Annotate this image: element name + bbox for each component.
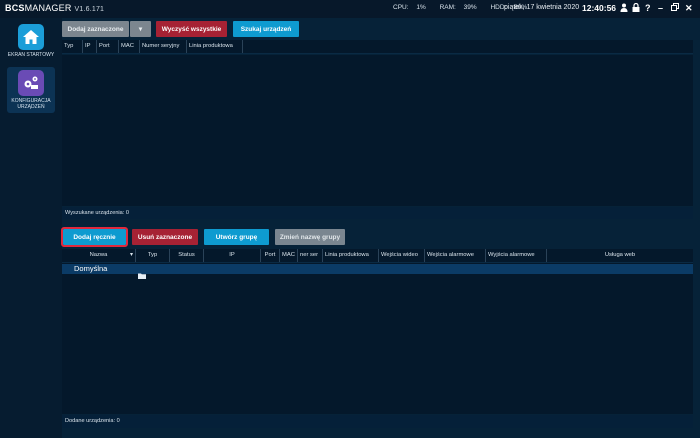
rename-group-button[interactable]: Zmień nazwę grupy bbox=[275, 229, 345, 245]
group-name: Domyślna bbox=[74, 264, 108, 273]
column-header[interactable]: Port bbox=[97, 40, 119, 53]
column-header[interactable]: MAC bbox=[119, 40, 140, 53]
add-selected-button[interactable]: Dodaj zaznaczone bbox=[62, 21, 129, 37]
devices-count: Dodane urządzenia: 0 bbox=[65, 418, 120, 424]
column-header[interactable]: Wyjścia alarmowe bbox=[486, 249, 547, 262]
sidebar: EKRAN STARTOWY KONFIGURACJA URZĄDZEŃ bbox=[0, 18, 62, 438]
column-header[interactable]: Usługa web bbox=[547, 249, 693, 262]
logo-manager: MANAGER bbox=[24, 3, 72, 13]
column-header[interactable]: Linia produktowa bbox=[323, 249, 379, 262]
help-icon[interactable]: ? bbox=[645, 3, 651, 13]
devices-table-header: Nazwa ▾ Typ Status IP Port MAC ner ser L… bbox=[62, 249, 693, 263]
devices-list bbox=[62, 263, 693, 414]
restore-icon[interactable] bbox=[671, 3, 679, 13]
column-header[interactable]: Wejścia alarmowe bbox=[425, 249, 486, 262]
cpu-value: 1% bbox=[416, 4, 426, 11]
search-results-list bbox=[62, 55, 693, 206]
column-header[interactable]: Typ bbox=[136, 249, 170, 262]
devices-footer-bar: Dodane urządzenia: 0 bbox=[62, 415, 693, 428]
search-table-header: Typ IP Port MAC Numer seryjny Linia prod… bbox=[62, 40, 693, 54]
remove-selected-button[interactable]: Usuń zaznaczone bbox=[132, 229, 198, 245]
date-display: piątek, 17 kwietnia 2020 bbox=[504, 4, 580, 11]
sidebar-item-label: KONFIGURACJA URZĄDZEŃ bbox=[11, 98, 51, 110]
column-header[interactable]: MAC bbox=[280, 249, 298, 262]
clock-display: 12:40:56 bbox=[582, 3, 617, 13]
create-group-button[interactable]: Utwórz grupę bbox=[204, 229, 269, 245]
ram-value: 39% bbox=[463, 4, 477, 11]
column-header[interactable]: Typ bbox=[62, 40, 83, 53]
add-selected-dropdown[interactable]: ▾ bbox=[130, 21, 151, 37]
table-row[interactable]: Domyślna bbox=[62, 264, 693, 279]
cpu-label: CPU: bbox=[393, 4, 409, 11]
column-header[interactable]: Numer seryjny bbox=[140, 40, 187, 53]
home-icon bbox=[18, 24, 44, 50]
sidebar-item-device-config[interactable]: KONFIGURACJA URZĄDZEŃ bbox=[7, 67, 55, 113]
add-manually-button[interactable]: Dodaj ręcznie bbox=[61, 227, 128, 247]
column-header[interactable]: ner ser bbox=[298, 249, 323, 262]
device-config-icon bbox=[18, 70, 44, 96]
ram-label: RAM: bbox=[439, 4, 456, 11]
column-header[interactable]: Status bbox=[170, 249, 204, 262]
search-footer-bar: Wyszukane urządzenia: 0 bbox=[62, 207, 693, 219]
column-header[interactable]: Linia produktowa bbox=[187, 40, 243, 53]
search-count: Wyszukane urządzenia: 0 bbox=[65, 210, 130, 216]
column-header[interactable]: Wejścia wideo bbox=[379, 249, 425, 262]
column-header[interactable]: Nazwa bbox=[62, 249, 136, 262]
search-devices-button[interactable]: Szukaj urządzeń bbox=[233, 21, 299, 37]
sidebar-item-label: EKRAN STARTOWY bbox=[7, 52, 55, 58]
sidebar-item-home[interactable]: EKRAN STARTOWY bbox=[7, 21, 55, 67]
user-icon[interactable] bbox=[620, 3, 628, 14]
logo-bcs: BCS bbox=[5, 3, 25, 13]
close-icon[interactable]: ✕ bbox=[685, 3, 693, 14]
column-header[interactable]: IP bbox=[204, 249, 261, 262]
column-header[interactable]: IP bbox=[83, 40, 97, 53]
title-bar: BCSMANAGER V1.6.171 CPU: 1% RAM: 39% HDD:… bbox=[0, 0, 700, 18]
clear-all-button[interactable]: Wyczyść wszystkie bbox=[156, 21, 227, 37]
lock-icon[interactable] bbox=[632, 2, 640, 14]
app-version: V1.6.171 bbox=[74, 6, 105, 13]
app-logo: BCSMANAGER V1.6.171 bbox=[5, 3, 104, 13]
column-header[interactable]: Port bbox=[261, 249, 280, 262]
minimize-icon[interactable]: – bbox=[658, 3, 663, 13]
folder-icon bbox=[138, 266, 146, 284]
